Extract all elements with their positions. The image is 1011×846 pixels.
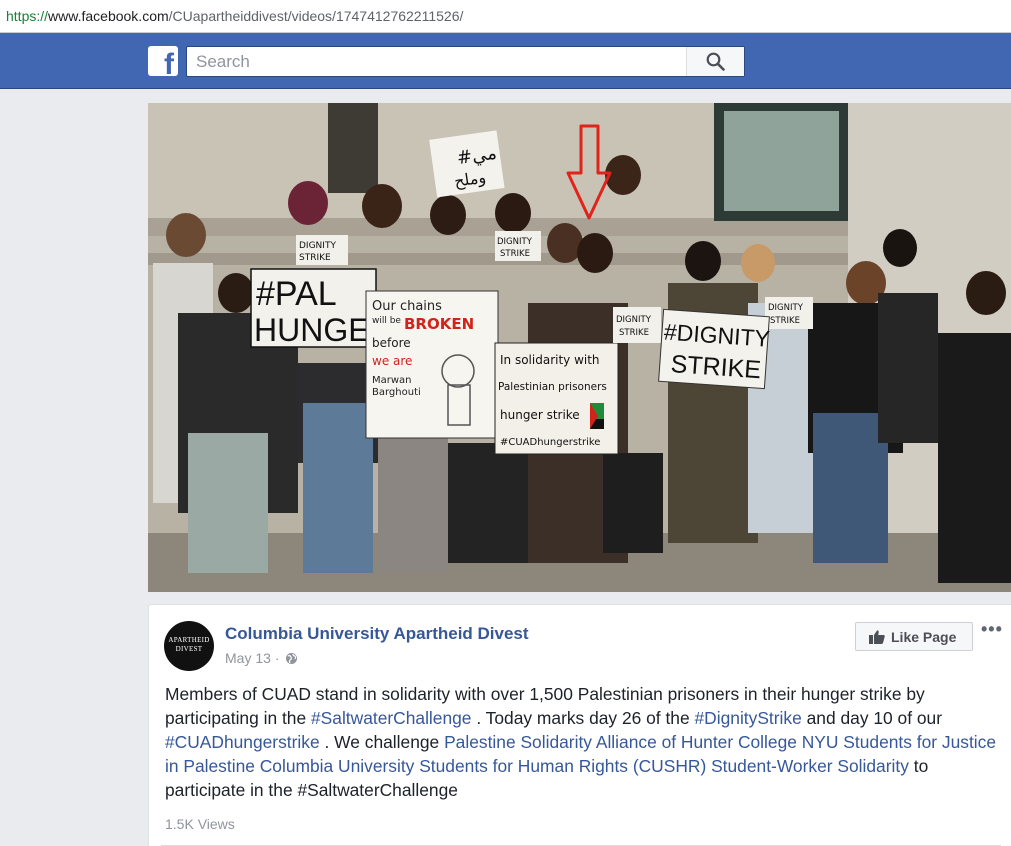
sign-chains-line6: Marwan [372, 375, 412, 386]
sign-small-left-line2: STRIKE [299, 253, 331, 263]
url-text[interactable]: https://www.facebook.com/CUapartheiddive… [6, 8, 463, 24]
sign-chains-line3: BROKEN [404, 315, 474, 333]
sign-our-chains: Our chains will be BROKEN before we are … [365, 290, 499, 439]
sign-solidarity-line1: In solidarity with [500, 353, 600, 367]
sign-pal-text: #PAL [256, 275, 337, 313]
sign-dignity-small-left: DIGNITY STRIKE [296, 235, 348, 265]
sign-arabic: #مي وملح [429, 130, 505, 198]
search-box [186, 46, 745, 77]
sign-small-center-line2: STRIKE [500, 249, 530, 259]
post-text-part4: . We challenge [324, 732, 440, 752]
facebook-logo-icon[interactable]: f [148, 46, 178, 76]
search-icon [706, 52, 725, 71]
post-text-part2: . Today marks day 26 of the [476, 708, 690, 728]
sign-dignity-small-mid: DIGNITY STRIKE [613, 307, 661, 343]
page-name-link[interactable]: Columbia University Apartheid Divest [225, 624, 529, 644]
post-date[interactable]: May 13 [225, 650, 271, 666]
hashtag-cuad-link[interactable]: #CUADhungerstrike [165, 732, 320, 752]
more-options-icon[interactable]: ••• [981, 619, 1003, 640]
post-meta: May 13 · [225, 650, 298, 666]
sign-small-center-line1: DIGNITY [497, 237, 533, 247]
post-text-part3: and day 10 of our [806, 708, 943, 728]
sign-small-right-line2: STRIKE [770, 316, 800, 326]
sign-in-solidarity: In solidarity with Palestinian prisoners… [494, 342, 619, 455]
post-text: Members of CUAD stand in solidarity with… [165, 682, 1005, 802]
search-input[interactable] [187, 47, 687, 76]
video-player[interactable]: #PAL HUNGER Our chains will be BROKEN be… [148, 103, 1011, 592]
sign-dignity-strike: #DIGNITY STRIKE [658, 308, 771, 390]
post-card: APARTHEID DIVEST Columbia University Apa… [148, 604, 1011, 846]
facebook-header: f [0, 33, 1011, 89]
like-page-button[interactable]: Like Page [855, 622, 973, 651]
view-count: 1.5K Views [165, 816, 235, 832]
avatar-text-2: DIVEST [175, 645, 203, 653]
sign-solidarity-line4: #CUADhungerstrike [500, 437, 600, 448]
sign-chains-line1: Our chains [372, 299, 442, 314]
sign-chains-line7: Barghouti [372, 387, 421, 398]
video-frame: #PAL HUNGER Our chains will be BROKEN be… [148, 103, 1011, 592]
sign-dignity-small-center: DIGNITY STRIKE [495, 231, 541, 261]
hashtag-saltwater-link[interactable]: #SaltwaterChallenge [311, 708, 471, 728]
page-avatar[interactable]: APARTHEID DIVEST [164, 621, 214, 671]
sign-solidarity-line3: hunger strike [500, 408, 580, 422]
url-path: /CUapartheiddivest/videos/17474127622115… [168, 8, 464, 24]
sign-small-mid-line1: DIGNITY [616, 315, 652, 325]
hashtag-dignity-link[interactable]: #DignityStrike [695, 708, 802, 728]
sign-small-left-line1: DIGNITY [299, 241, 336, 251]
thumbs-up-icon [869, 630, 885, 644]
globe-icon [286, 653, 298, 664]
search-button[interactable] [686, 47, 744, 76]
sign-solidarity-line2: Palestinian prisoners [498, 381, 607, 393]
logo-letter: f [164, 48, 174, 76]
sign-dignity-small-right: DIGNITY STRIKE [765, 297, 813, 329]
browser-address-bar[interactable]: https://www.facebook.com/CUapartheiddive… [0, 0, 1011, 33]
sign-chains-line2: will be [372, 316, 401, 326]
sign-small-right-line1: DIGNITY [768, 303, 804, 313]
like-page-label: Like Page [891, 629, 957, 645]
sign-chains-line5: we are [372, 354, 412, 368]
url-scheme: https:// [6, 8, 49, 24]
meta-separator: · [274, 650, 280, 666]
avatar-text-1: APARTHEID [168, 636, 210, 644]
sign-chains-line4: before [372, 336, 411, 350]
url-host: www.facebook.com [48, 8, 169, 24]
sign-small-mid-line2: STRIKE [619, 328, 649, 338]
